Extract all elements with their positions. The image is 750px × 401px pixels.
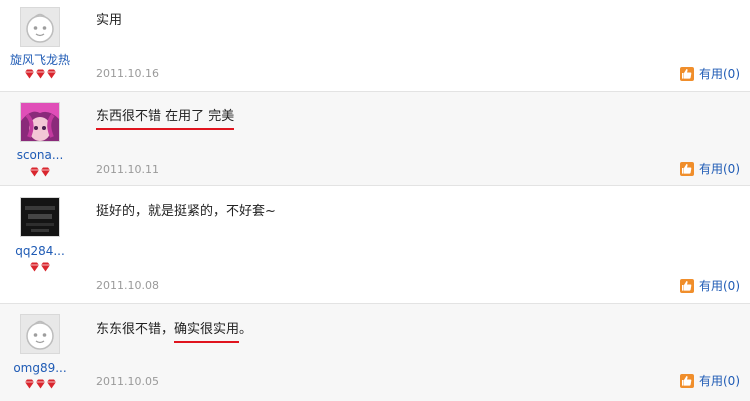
comment-segment: 。 xyxy=(239,322,253,337)
gem-icon xyxy=(30,167,39,177)
useful-label: 有用(0) xyxy=(699,162,740,176)
username-link[interactable]: omg89... xyxy=(0,361,80,375)
dark-photo-avatar-icon[interactable] xyxy=(20,197,60,237)
useful-label: 有用(0) xyxy=(699,279,740,293)
comment-text: 东东很不错，确实很实用。 xyxy=(96,318,253,343)
thumbs-up-icon xyxy=(680,278,694,293)
username-link[interactable]: qq284... xyxy=(0,244,80,258)
comment-segment: 确实很实用 xyxy=(174,322,240,343)
comment-segment: 挺好的，就是挺紧的，不好套~ xyxy=(96,204,276,219)
gem-icon xyxy=(35,69,45,79)
useful-button[interactable]: 有用(0) xyxy=(680,65,740,82)
comment-segment: 完美 xyxy=(208,109,235,124)
gem-icon xyxy=(24,69,34,79)
gem-icon xyxy=(46,379,56,389)
review-date: 2011.10.16 xyxy=(96,67,159,80)
review-date: 2011.10.05 xyxy=(96,375,159,388)
useful-button[interactable]: 有用(0) xyxy=(680,160,740,177)
review-item: 旋风飞龙热 实用 2011.10.16 有用(0) xyxy=(0,0,750,92)
gem-icon xyxy=(24,379,34,389)
rank-gems xyxy=(0,379,80,391)
username-link[interactable]: scona... xyxy=(0,148,80,162)
rank-gems xyxy=(0,69,80,81)
comment-segment: 东东很不错， xyxy=(96,322,175,337)
review-item: omg89... 东东很不错，确实很实用。 2011.10.05 有用(0) xyxy=(0,304,750,401)
thumbs-up-icon xyxy=(680,161,694,176)
default-avatar-icon[interactable] xyxy=(20,7,60,47)
comment-text: 挺好的，就是挺紧的，不好套~ xyxy=(96,200,276,219)
default-avatar-icon[interactable] xyxy=(20,314,60,354)
review-date: 2011.10.11 xyxy=(96,163,159,176)
review-list: 旋风飞龙热 实用 2011.10.16 有用(0) scona... 东西很不错… xyxy=(0,0,750,401)
gem-icon xyxy=(30,262,39,272)
comment-text: 东西很不错 在用了 完美 xyxy=(96,105,235,130)
useful-button[interactable]: 有用(0) xyxy=(680,277,740,294)
review-date: 2011.10.08 xyxy=(96,279,159,292)
gem-icon xyxy=(46,69,56,79)
review-item: qq284... 挺好的，就是挺紧的，不好套~ 2011.10.08 有用(0) xyxy=(0,186,750,304)
useful-label: 有用(0) xyxy=(699,67,740,81)
comment-text: 实用 xyxy=(96,9,122,28)
anime-avatar-icon[interactable] xyxy=(20,102,60,142)
useful-button[interactable]: 有用(0) xyxy=(680,372,740,389)
thumbs-up-icon xyxy=(680,66,694,81)
gem-icon xyxy=(35,379,45,389)
useful-label: 有用(0) xyxy=(699,374,740,388)
comment-segment: 实用 xyxy=(96,13,123,28)
gem-icon xyxy=(41,262,50,272)
comment-segment: 东西很不错 xyxy=(96,109,162,124)
username-link[interactable]: 旋风飞龙热 xyxy=(0,51,80,68)
rank-gems xyxy=(0,167,80,179)
rank-gems xyxy=(0,262,80,274)
gem-icon xyxy=(41,167,50,177)
comment-segment: 在用了 xyxy=(161,109,209,124)
thumbs-up-icon xyxy=(680,373,694,388)
review-item: scona... 东西很不错 在用了 完美 2011.10.11 有用(0) xyxy=(0,92,750,186)
